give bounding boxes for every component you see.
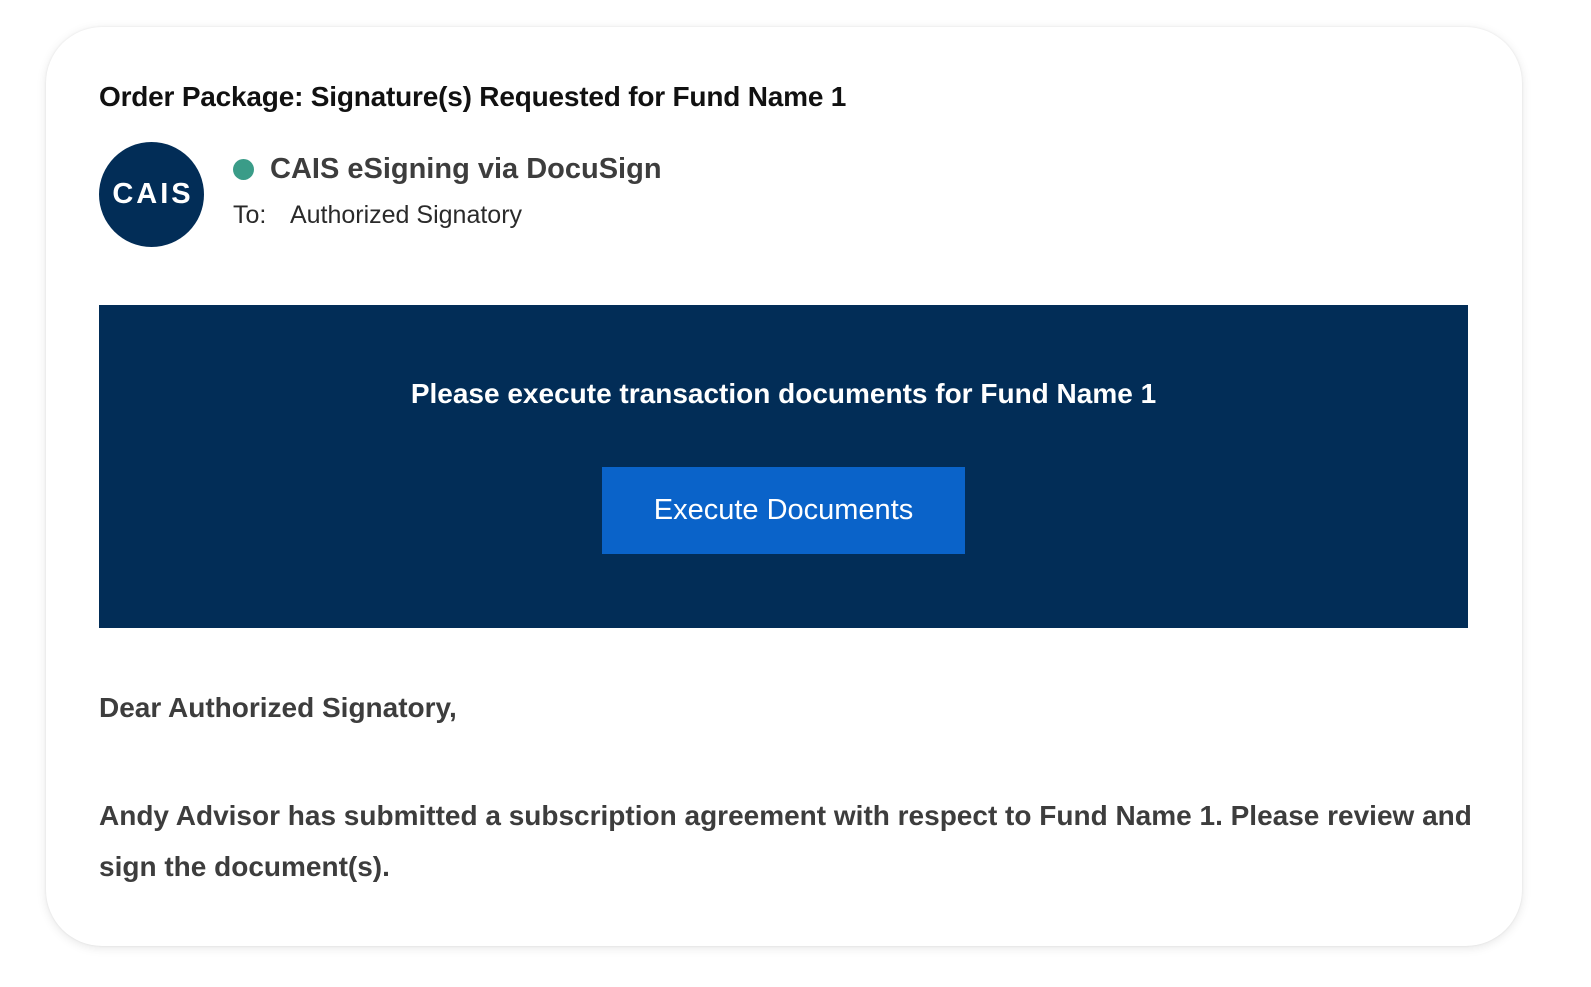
avatar-logo-text: CAIS [112, 178, 194, 210]
to-label: To: [233, 201, 267, 229]
online-status-icon [233, 159, 254, 180]
email-subject: Order Package: Signature(s) Requested fo… [99, 81, 847, 112]
email-card: Order Package: Signature(s) Requested fo… [46, 27, 1522, 946]
action-banner: Please execute transaction documents for… [99, 305, 1468, 628]
sender-row: CAIS eSigning via DocuSign [233, 153, 662, 186]
sender-avatar: CAIS [99, 142, 204, 247]
banner-heading: Please execute transaction documents for… [410, 378, 1157, 409]
recipient-row: To: Authorized Signatory [233, 201, 522, 230]
message-body: Andy Advisor has submitted a subscriptio… [99, 800, 1472, 882]
recipient-name: Authorized Signatory [289, 201, 523, 229]
execute-documents-button[interactable]: Execute Documents [602, 467, 965, 554]
greeting-text: Dear Authorized Signatory, [99, 692, 457, 723]
sender-name: CAIS eSigning via DocuSign [270, 153, 662, 185]
